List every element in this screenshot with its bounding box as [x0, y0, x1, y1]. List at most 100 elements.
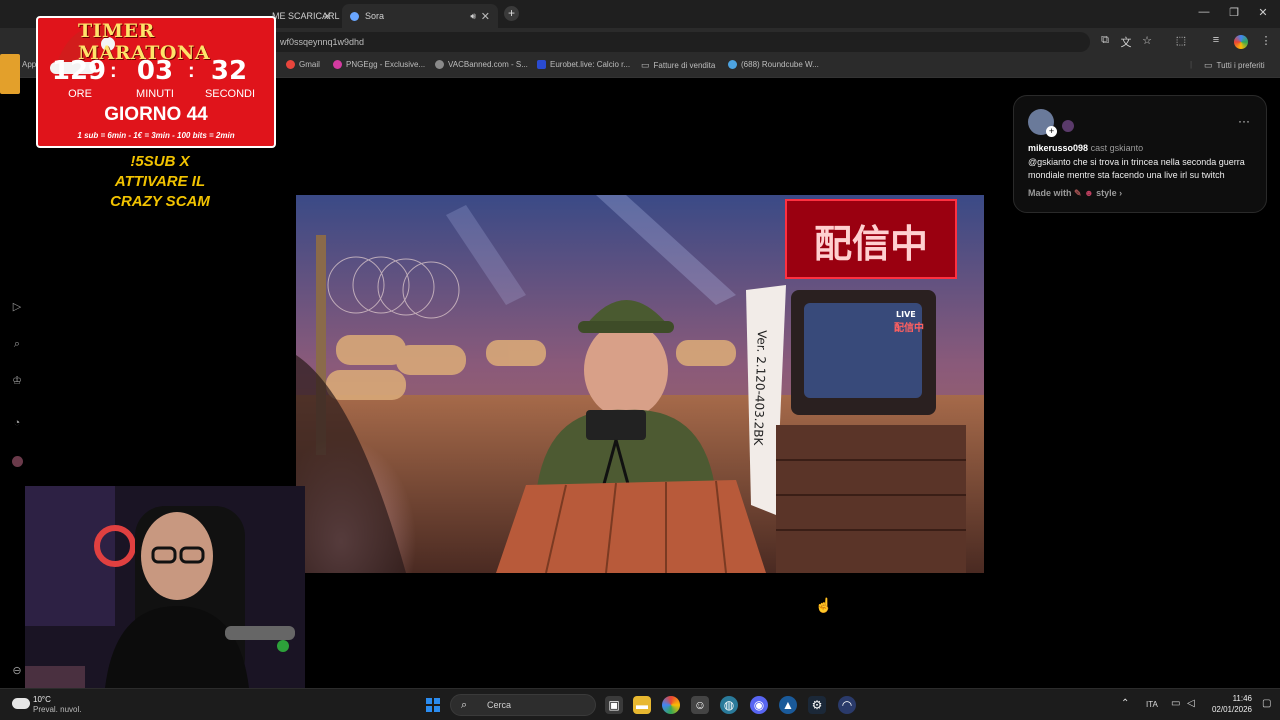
- bookmark-eurobet[interactable]: Eurobet.live: Calcio r...: [537, 60, 630, 69]
- post-text: @gskianto che si trova in trincea nella …: [1028, 157, 1245, 180]
- tab-label: Sora: [365, 11, 385, 21]
- roundcube-icon: [728, 60, 737, 69]
- chevron-up-icon[interactable]: ⌃: [1121, 698, 1129, 709]
- generated-video[interactable]: Ver. 2.120-403.2BK 配信中 LIVE 配信中: [296, 195, 984, 573]
- timer-separator: :: [110, 60, 117, 82]
- bookmark-gmail[interactable]: Gmail: [286, 60, 320, 69]
- restore-icon[interactable]: ❐: [1227, 6, 1241, 19]
- search-placeholder: Cerca: [487, 700, 512, 710]
- made-with-label: Made with: [1028, 188, 1072, 198]
- clock-date[interactable]: 02/01/2026: [1200, 705, 1252, 714]
- weather-description[interactable]: Preval. nuvol.: [33, 705, 81, 714]
- chrome-icon[interactable]: [662, 696, 680, 714]
- timer-day: GIORNO 44: [104, 104, 208, 125]
- bookmark-pngegg[interactable]: PNGEgg - Exclusive...: [333, 60, 425, 69]
- battlenet-icon[interactable]: ◠: [838, 696, 856, 714]
- translate-icon[interactable]: 文: [1118, 34, 1134, 50]
- promo-line: !5SUB X: [130, 153, 190, 170]
- tv-live-text: LIVE: [896, 310, 916, 319]
- post-cast[interactable]: cast gskianto: [1091, 143, 1144, 153]
- close-icon[interactable]: ✕: [323, 10, 332, 23]
- bookmark-fatture[interactable]: ▭ Fatture di vendita: [641, 60, 715, 71]
- windows-start-icon[interactable]: [426, 698, 440, 712]
- bookmark-all[interactable]: ▭ Tutti i preferiti: [1204, 60, 1265, 71]
- network-icon[interactable]: ▭: [1171, 698, 1180, 709]
- eurobet-icon: [537, 60, 546, 69]
- speaker-icon[interactable]: 🔊︎: [470, 11, 476, 22]
- play-icon[interactable]: ▷: [9, 299, 25, 315]
- settings-icon[interactable]: ⊖: [9, 663, 25, 679]
- timer-seconds-label: SECONDI: [204, 88, 256, 100]
- close-window-icon[interactable]: ✕: [1256, 6, 1270, 19]
- steam-icon[interactable]: ⚙: [808, 696, 826, 714]
- webcam-frame: [25, 486, 305, 688]
- task-view-icon[interactable]: ▣: [605, 696, 623, 714]
- search-icon: ⌕: [461, 699, 468, 711]
- folder-icon: ▭: [1204, 60, 1213, 70]
- tv-sign-text: 配信中: [894, 321, 924, 334]
- folder-icon: ▭: [641, 60, 650, 70]
- chevron-right-icon: ›: [1119, 188, 1123, 198]
- search-icon[interactable]: ⌕: [9, 336, 25, 352]
- cast-icon[interactable]: ⧉: [1097, 34, 1113, 47]
- menu-dots-icon[interactable]: ⋮: [1258, 34, 1274, 47]
- timer-hours-label: ORE: [68, 88, 92, 100]
- gmail-icon: [286, 60, 295, 69]
- sora-icon: [350, 11, 359, 21]
- new-tab-button[interactable]: +: [504, 6, 519, 21]
- address-bar[interactable]: wf0ssqeynnq1w9dhd: [230, 32, 1090, 52]
- volume-icon[interactable]: ◁: [1187, 698, 1195, 709]
- hand-cursor-icon: ☝: [815, 597, 833, 613]
- marathon-timer: TIMER MARATONA 129 : 03 : 32 ORE MINUTI …: [36, 16, 276, 148]
- cloud-icon: [12, 698, 30, 709]
- bookmarks-divider: |: [1190, 60, 1193, 69]
- avatar[interactable]: [9, 456, 25, 472]
- taskbar-search[interactable]: ⌕ Cerca: [450, 694, 596, 716]
- url-text: wf0ssqeynnq1w9dhd: [280, 37, 365, 47]
- promo-line: ATTIVARE IL: [114, 173, 206, 190]
- made-with-link[interactable]: Made with ✎ ☻ style ›: [1028, 188, 1122, 199]
- trophy-icon[interactable]: ♔: [9, 373, 25, 389]
- style-label: style: [1096, 188, 1117, 198]
- extensions-icon[interactable]: ⬚: [1173, 34, 1189, 47]
- windows-taskbar: 10°C Preval. nuvol. ⌕ Cerca ▣ ▬ ☺ ◍ ◉ ▲ …: [0, 688, 1280, 720]
- media-icon[interactable]: ≡: [1208, 34, 1224, 46]
- discord-icon[interactable]: ◉: [750, 696, 768, 714]
- cameo-icon: [1062, 120, 1074, 132]
- globe-icon[interactable]: ◍: [720, 696, 738, 714]
- tab-sora[interactable]: Sora 🔊︎ ✕: [342, 4, 498, 28]
- star-icon[interactable]: ☆: [1139, 34, 1155, 47]
- bookmark-roundcube[interactable]: (688) Roundcube W...: [728, 60, 819, 69]
- notifications-icon[interactable]: ▢: [1262, 698, 1271, 709]
- timer-minutes: 03: [136, 56, 174, 86]
- timer-rates: 1 sub = 6min - 1€ = 3min - 100 bits = 2m…: [77, 131, 235, 140]
- gift-icon: [0, 54, 20, 94]
- clock-time[interactable]: 11:46: [1200, 694, 1252, 703]
- post-author[interactable]: mikerusso098 cast gskianto: [1028, 143, 1143, 153]
- timer-minutes-label: MINUTI: [136, 88, 174, 100]
- promo-text: !5SUB X ATTIVARE IL CRAZY SCAM: [60, 152, 260, 212]
- promo-line: CRAZY SCAM: [110, 193, 210, 210]
- bell-icon[interactable]: ◔: [9, 415, 25, 431]
- bookmark-apps[interactable]: App: [22, 60, 36, 69]
- skull-icon: ☻: [1084, 188, 1094, 198]
- close-icon[interactable]: ✕: [481, 10, 490, 23]
- weather-temperature[interactable]: 10°C: [33, 695, 51, 704]
- file-explorer-icon[interactable]: ▬: [633, 696, 651, 714]
- language-indicator[interactable]: ITA: [1146, 700, 1158, 709]
- post-card: + ··· mikerusso098 cast gskianto @gskian…: [1013, 95, 1267, 213]
- launcher-icon[interactable]: ▲: [779, 696, 797, 714]
- bookmark-vacbanned[interactable]: VACBanned.com - S...: [435, 60, 528, 69]
- video-frame: Ver. 2.120-403.2BK 配信中 LIVE 配信中: [296, 195, 984, 573]
- plus-icon[interactable]: +: [1046, 126, 1057, 137]
- username[interactable]: mikerusso098: [1028, 143, 1088, 153]
- minimize-icon[interactable]: —: [1197, 6, 1211, 18]
- vacbanned-icon: [435, 60, 444, 69]
- profile-avatar[interactable]: [1234, 35, 1248, 49]
- timer-hours: 129: [51, 56, 107, 86]
- obs-mascot-icon[interactable]: ☺: [691, 696, 709, 714]
- neon-sign-text: 配信中: [814, 222, 928, 266]
- pngegg-icon: [333, 60, 342, 69]
- pen-icon: ✎: [1074, 188, 1082, 198]
- more-options-icon[interactable]: ···: [1238, 114, 1250, 128]
